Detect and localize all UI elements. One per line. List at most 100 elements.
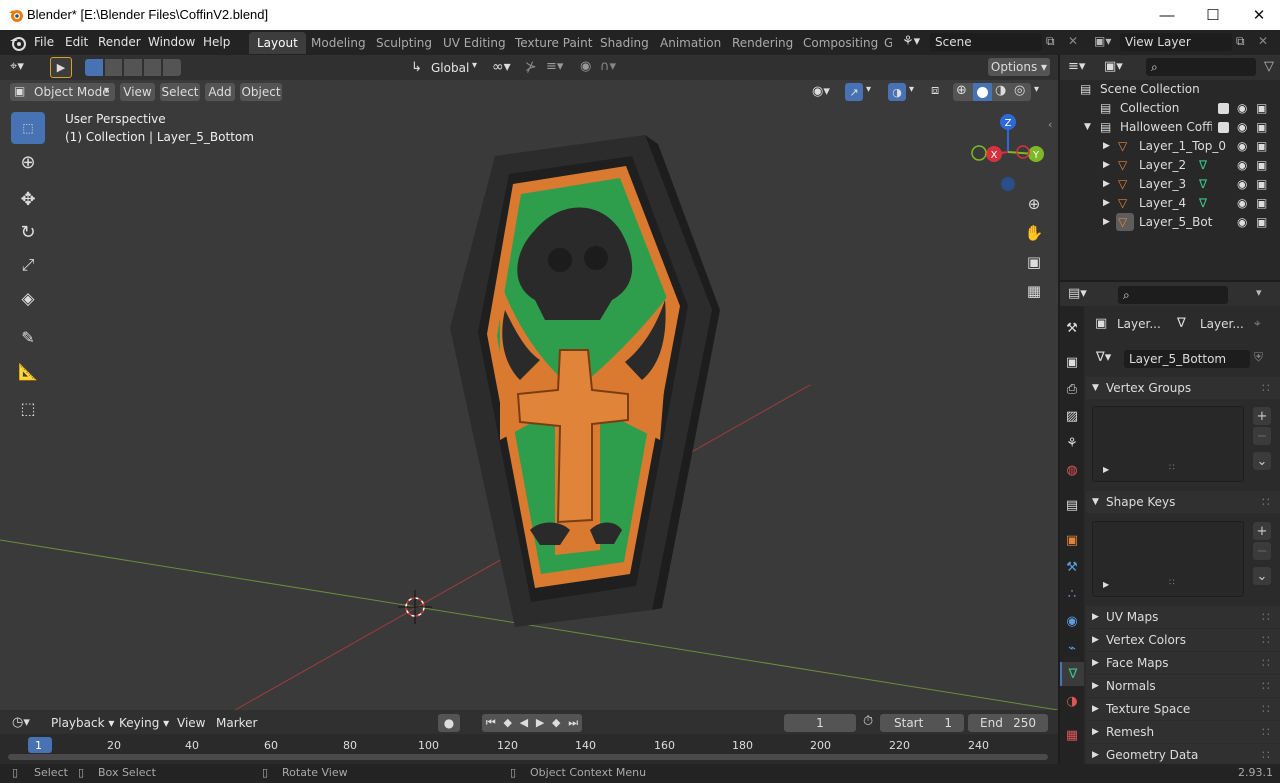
snap-target-icon[interactable]: ≡▾ xyxy=(546,59,563,74)
tab-rendering[interactable]: Rendering xyxy=(724,32,801,54)
eye-icon[interactable]: ◉ xyxy=(1237,120,1247,134)
mesh-data-icon[interactable]: ∇ xyxy=(1199,196,1207,210)
physics-tab-icon[interactable]: ◉ xyxy=(1060,609,1084,633)
drag-handle-icon[interactable]: ∷ xyxy=(1262,377,1270,399)
remove-vertex-group-button[interactable]: − xyxy=(1253,427,1271,445)
tab-sculpting[interactable]: Sculpting xyxy=(368,32,440,54)
output-tab-icon[interactable]: ⎙ xyxy=(1060,377,1084,401)
start-frame-field[interactable]: Start 1 xyxy=(880,714,964,732)
coffin-model[interactable] xyxy=(450,135,720,627)
maximize-button[interactable]: ☐ xyxy=(1190,0,1236,30)
eye-icon[interactable]: ◉ xyxy=(1237,139,1247,153)
options-dropdown[interactable]: Options ▾ xyxy=(988,58,1050,76)
drag-handle-icon[interactable]: ∷ xyxy=(1262,606,1270,628)
shape-keys-panel-header[interactable]: ▼ Shape Keys ∷ xyxy=(1086,491,1280,513)
add-vertex-group-button[interactable]: + xyxy=(1253,407,1271,425)
proportional-edit-icon[interactable]: ◉ xyxy=(580,59,591,74)
outliner-row[interactable]: ▶ ▽ Layer_2 ∇ ◉ ▣ xyxy=(1060,156,1280,175)
texture-space-panel-header[interactable]: ▶ Texture Space ∷ xyxy=(1086,698,1280,720)
sidebar-toggle-icon[interactable]: ‹ xyxy=(1048,118,1052,131)
vertex-groups-list[interactable]: ▶ ∷ xyxy=(1092,406,1244,482)
transform-tool-icon[interactable]: ◈ xyxy=(11,283,45,315)
exclude-checkbox[interactable] xyxy=(1218,103,1229,114)
tab-modeling[interactable]: Modeling xyxy=(303,32,374,54)
chevron-right-icon[interactable]: ▶ xyxy=(1103,198,1110,208)
camera-icon[interactable]: ▣ xyxy=(1256,158,1267,172)
pan-hand-icon[interactable]: ✋ xyxy=(1021,220,1047,246)
select-invert-icon[interactable] xyxy=(143,59,162,76)
chevron-right-icon[interactable]: ▶ xyxy=(1103,580,1109,589)
scene-tab-icon[interactable]: ⚘ xyxy=(1060,431,1084,455)
camera-icon[interactable]: ▣ xyxy=(1256,215,1267,229)
blender-menu-icon[interactable] xyxy=(9,34,27,52)
render-tab-icon[interactable]: ▣ xyxy=(1060,350,1084,374)
timeline-scrollbar[interactable] xyxy=(8,754,1048,760)
gizmo-toggle-icon[interactable]: ↗ xyxy=(845,83,863,101)
viewport-menu-add[interactable]: Add xyxy=(205,83,235,101)
eye-icon[interactable]: ◉ xyxy=(1237,101,1247,115)
mesh-data-name-field[interactable]: Layer_5_Bottom xyxy=(1124,350,1250,368)
material-shading-icon[interactable]: ◑ xyxy=(995,83,1006,98)
timeline-editor-type-icon[interactable]: ◷▾ xyxy=(12,715,30,730)
view-layer-icon[interactable]: ▣▾ xyxy=(1094,34,1111,48)
eye-icon[interactable]: ◉ xyxy=(1237,215,1247,229)
add-shape-key-button[interactable]: + xyxy=(1253,522,1271,540)
jump-start-icon[interactable]: ⏮ xyxy=(486,714,496,732)
mesh-data-icon[interactable]: ∇ xyxy=(1199,177,1207,191)
camera-icon[interactable]: ▣ xyxy=(1256,139,1267,153)
outliner-row[interactable]: ▶ ▽ Layer_1_Top_0 ◉ ▣ xyxy=(1060,137,1280,156)
remove-shape-key-button[interactable]: − xyxy=(1253,542,1271,560)
jump-end-icon[interactable]: ⏭ xyxy=(568,714,578,732)
tab-texture-paint[interactable]: Texture Paint xyxy=(507,32,600,54)
annotate-tool-icon[interactable]: ✎ xyxy=(11,321,45,353)
exclude-checkbox[interactable] xyxy=(1218,122,1229,133)
pivot-point-icon[interactable]: ∞▾ xyxy=(492,59,511,75)
vertex-colors-panel-header[interactable]: ▶ Vertex Colors ∷ xyxy=(1086,629,1280,651)
chevron-right-icon[interactable]: ▶ xyxy=(1103,217,1110,227)
rendered-shading-icon[interactable]: ◎ xyxy=(1014,83,1025,98)
timeline-menu-marker[interactable]: Marker xyxy=(216,716,257,730)
remesh-panel-header[interactable]: ▶ Remesh ∷ xyxy=(1086,721,1280,743)
face-maps-panel-header[interactable]: ▶ Face Maps ∷ xyxy=(1086,652,1280,674)
particles-tab-icon[interactable]: ∴ xyxy=(1060,582,1084,606)
menu-edit[interactable]: Edit xyxy=(65,35,88,49)
select-intersect-icon[interactable] xyxy=(163,59,181,76)
outliner-row[interactable]: ▼▤Halloween Coffin V ◉▣ xyxy=(1060,118,1280,137)
eye-icon[interactable]: ◉ xyxy=(1237,196,1247,210)
delete-view-layer-icon[interactable]: ✕ xyxy=(1258,34,1268,48)
geometry-data-panel-header[interactable]: ▶ Geometry Data ∷ xyxy=(1086,744,1280,764)
visibility-icon[interactable]: ◉▾ xyxy=(812,84,830,99)
falloff-icon[interactable]: ∩▾ xyxy=(600,59,616,74)
select-subtract-icon[interactable] xyxy=(124,59,142,76)
eye-icon[interactable]: ◉ xyxy=(1237,158,1247,172)
filter-icon[interactable]: ▽ xyxy=(1264,59,1274,74)
shape-key-specials-button[interactable]: ⌄ xyxy=(1253,567,1271,585)
scale-tool-icon[interactable]: ⤢ xyxy=(11,249,45,281)
overlay-toggle-icon[interactable]: ◑ xyxy=(888,83,906,101)
camera-icon[interactable]: ▣ xyxy=(1256,120,1267,134)
snap-icon[interactable]: ⊁ xyxy=(525,59,537,75)
tab-uv-editing[interactable]: UV Editing xyxy=(435,32,514,54)
menu-window[interactable]: Window xyxy=(148,35,195,49)
drag-handle-icon[interactable]: ∷ xyxy=(1262,744,1270,764)
editor-type-icon[interactable]: ⌖▾ xyxy=(10,59,24,74)
timeline-menu-keying[interactable]: Keying ▾ xyxy=(119,716,169,730)
view-layer-selector[interactable]: View Layer xyxy=(1120,33,1232,51)
resize-handle-icon[interactable]: ∷ xyxy=(1169,463,1175,473)
material-tab-icon[interactable]: ◑ xyxy=(1060,689,1084,713)
properties-editor-type-icon[interactable]: ▤▾ xyxy=(1068,286,1087,301)
add-cube-tool-icon[interactable]: ⬚ xyxy=(11,392,45,424)
vertex-groups-panel-header[interactable]: ▼ Vertex Groups ∷ xyxy=(1086,377,1280,399)
tab-animation[interactable]: Animation xyxy=(652,32,729,54)
mesh-data-icon[interactable]: ∇ xyxy=(1199,158,1207,172)
tab-layout[interactable]: Layout xyxy=(249,32,306,54)
chevron-down-icon[interactable]: ▼ xyxy=(1084,122,1091,132)
move-tool-icon[interactable]: ✥ xyxy=(11,183,45,215)
timeline-menu-playback[interactable]: Playback ▾ xyxy=(51,716,114,730)
chevron-right-icon[interactable]: ▶ xyxy=(1103,465,1109,474)
menu-help[interactable]: Help xyxy=(203,35,230,49)
drag-handle-icon[interactable]: ∷ xyxy=(1262,491,1270,513)
pin-icon[interactable]: ⌖ xyxy=(1254,316,1261,331)
menu-file[interactable]: File xyxy=(34,35,54,49)
tab-geometry-nodes[interactable]: G xyxy=(878,32,892,54)
